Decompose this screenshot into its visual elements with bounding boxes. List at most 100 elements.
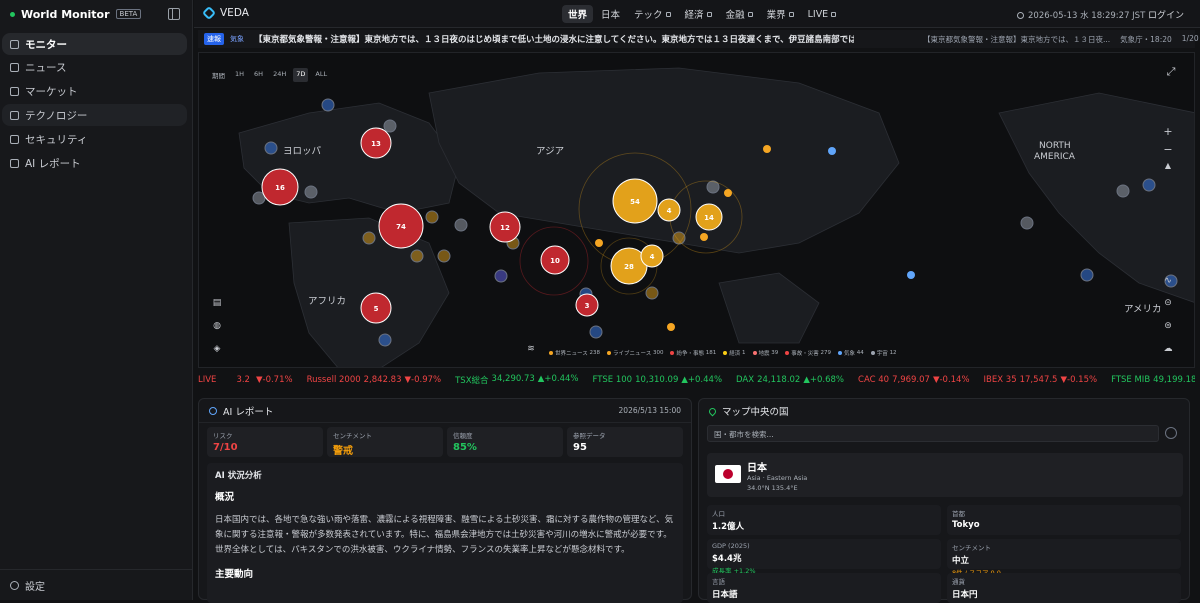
map-marker[interactable] bbox=[589, 325, 603, 339]
market-item[interactable]: TSX総合 34,290.73 ▲+0.44% bbox=[455, 374, 578, 386]
tab-6[interactable]: LIVE bbox=[802, 5, 843, 23]
map-marker[interactable] bbox=[828, 147, 836, 155]
ai-stat-value: 95 bbox=[573, 442, 587, 453]
map-marker[interactable] bbox=[304, 185, 318, 199]
sidebar-collapse-icon[interactable] bbox=[168, 8, 180, 20]
sidebar-item-market[interactable]: マーケット bbox=[2, 80, 187, 102]
legend-item[interactable]: 気象 44 bbox=[838, 349, 864, 357]
map-marker[interactable] bbox=[1080, 268, 1094, 282]
fullscreen-icon[interactable]: ⤢ bbox=[1165, 66, 1177, 78]
time-button[interactable]: 24H bbox=[270, 68, 289, 82]
activity-icon[interactable]: ∿ bbox=[1162, 275, 1174, 287]
country-search-input[interactable]: 国・都市を検索... bbox=[707, 425, 1159, 442]
map-marker[interactable] bbox=[645, 286, 659, 300]
news-right: 【東京都気象警報・注意報】東京地方では、１３日夜... 気象庁・18:20 1/… bbox=[923, 34, 1199, 45]
market-item[interactable]: FTSE MIB49,199.18▲ bbox=[1111, 375, 1195, 385]
map-marker[interactable] bbox=[667, 323, 675, 331]
legend-item[interactable]: 宇宙 12 bbox=[870, 349, 897, 357]
map-tool-icon[interactable]: ▤ bbox=[211, 297, 223, 309]
veda-brand[interactable]: VEDA bbox=[201, 5, 249, 21]
lock-icon bbox=[665, 11, 671, 17]
tab-0[interactable]: 世界 bbox=[562, 5, 594, 23]
zoom-in-icon[interactable]: + bbox=[1162, 126, 1174, 138]
tab-1[interactable]: 日本 bbox=[595, 5, 626, 23]
sidebar-item-news[interactable]: ニュース bbox=[2, 56, 187, 78]
map-marker[interactable] bbox=[383, 119, 397, 133]
map-marker[interactable] bbox=[454, 218, 468, 232]
lock-icon[interactable]: ⊝ bbox=[1162, 297, 1174, 309]
filter-icon[interactable]: ◈ bbox=[211, 343, 223, 355]
tab-2[interactable]: テック bbox=[628, 5, 677, 23]
legend-item[interactable]: 紛争・事態 181 bbox=[670, 349, 716, 357]
breaking-news-bar[interactable]: 速報 気象 【東京都気象警報・注意報】東京地方では、１３日夜のはじめ頃まで低い土… bbox=[198, 30, 1199, 48]
market-value: 10,310.09 bbox=[635, 375, 679, 385]
market-item[interactable]: LIVE bbox=[198, 375, 222, 385]
globe-icon[interactable]: ◍ bbox=[211, 320, 223, 332]
market-item[interactable]: Russell 2000 2,842.83 ▼-0.97% bbox=[307, 375, 442, 385]
country-stat-value: 日本語 bbox=[712, 590, 738, 600]
cloud-icon[interactable]: ☁ bbox=[1162, 343, 1174, 355]
news-right-headline[interactable]: 【東京都気象警報・注意報】東京地方では、１３日夜... bbox=[923, 34, 1110, 45]
map-marker[interactable] bbox=[425, 210, 439, 224]
legend-item[interactable]: 経済 1 bbox=[723, 349, 746, 357]
map-marker[interactable] bbox=[321, 98, 335, 112]
sidebar-item-technology[interactable]: テクノロジー bbox=[2, 104, 187, 126]
region-label-asia: アジア bbox=[536, 146, 564, 157]
sidebar-item-ai-report[interactable]: AI レポート bbox=[2, 152, 187, 174]
cluster-label: 5 bbox=[374, 305, 379, 313]
world-map[interactable]: ヨロッパ アジア アフリカ NORTH AMERICA アメリカ 13 16 7… bbox=[198, 52, 1195, 368]
country-stat-card: 首都 Tokyo bbox=[947, 505, 1181, 535]
market-item[interactable]: CAC 40 7,969.07 ▼-0.14% bbox=[858, 375, 970, 385]
time-button[interactable]: 7D bbox=[293, 68, 309, 82]
tab-5[interactable]: 業界 bbox=[761, 5, 800, 23]
map-canvas[interactable]: ヨロッパ アジア アフリカ NORTH AMERICA アメリカ 13 16 7… bbox=[199, 53, 1195, 368]
legend-item[interactable]: 世界ニュース 238 bbox=[549, 349, 600, 357]
map-marker[interactable] bbox=[437, 249, 451, 263]
map-marker[interactable] bbox=[724, 189, 732, 197]
map-marker[interactable] bbox=[595, 239, 603, 247]
map-marker[interactable] bbox=[378, 333, 392, 347]
map-marker[interactable] bbox=[1116, 184, 1130, 198]
search-icon[interactable] bbox=[1165, 427, 1177, 439]
sidebar-item-security[interactable]: セキュリティ bbox=[2, 128, 187, 150]
map-marker[interactable] bbox=[763, 145, 771, 153]
breaking-badge: 速報 bbox=[204, 33, 224, 45]
map-marker[interactable] bbox=[1142, 178, 1156, 192]
time-button[interactable]: 6H bbox=[251, 68, 266, 82]
tab-4[interactable]: 金融 bbox=[720, 5, 759, 23]
market-item[interactable]: DAX 24,118.02 ▲+0.68% bbox=[736, 375, 844, 385]
layers-icon[interactable]: ≋ bbox=[525, 343, 537, 355]
clock: 2026-05-13 水 18:29:27 JST bbox=[1017, 9, 1145, 21]
map-marker[interactable] bbox=[1020, 216, 1034, 230]
compass-icon[interactable]: ▲ bbox=[1162, 160, 1174, 172]
market-name: LIVE bbox=[198, 375, 217, 385]
legend-item[interactable]: 地震 39 bbox=[752, 349, 778, 357]
country-stat-card: 通貨 日本円 bbox=[947, 573, 1181, 603]
map-marker[interactable] bbox=[494, 269, 508, 283]
login-button[interactable]: ログイン bbox=[1148, 8, 1184, 21]
map-marker[interactable] bbox=[362, 231, 376, 245]
sidebar-item-monitor[interactable]: モニター bbox=[2, 33, 187, 55]
legend-item[interactable]: 事故・災害 279 bbox=[785, 349, 831, 357]
time-button[interactable]: ALL bbox=[312, 68, 330, 82]
ai-stat-label: センチメント bbox=[333, 432, 372, 440]
country-stat-label: センチメント bbox=[952, 544, 991, 552]
legend-item[interactable]: ライブニュース 300 bbox=[606, 349, 663, 357]
settings-button[interactable]: 設定 bbox=[0, 569, 193, 600]
zoom-out-icon[interactable]: − bbox=[1162, 144, 1174, 156]
region-label-africa: アフリカ bbox=[308, 296, 346, 307]
map-marker[interactable] bbox=[700, 233, 708, 241]
map-marker[interactable] bbox=[907, 271, 915, 279]
layer-icon[interactable]: ⊜ bbox=[1162, 320, 1174, 332]
tab-3[interactable]: 経済 bbox=[679, 5, 718, 23]
market-item[interactable]: 3.2 ▼-0.71% bbox=[236, 375, 292, 385]
map-marker[interactable] bbox=[410, 249, 424, 263]
market-item[interactable]: IBEX 35 17,547.5 ▼-0.15% bbox=[984, 375, 1098, 385]
news-headline[interactable]: 【東京都気象警報・注意報】東京地方では、１３日夜のはじめ頃まで低い土地の浸水に注… bbox=[254, 33, 854, 45]
ai-stat-value: 警戒 bbox=[333, 446, 353, 457]
time-button[interactable]: 1H bbox=[232, 68, 247, 82]
map-marker[interactable] bbox=[264, 141, 278, 155]
market-item[interactable]: FTSE 100 10,310.09 ▲+0.44% bbox=[592, 375, 722, 385]
map-pin-icon bbox=[707, 406, 718, 416]
market-ticker[interactable]: LIVE 3.2 ▼-0.71% Russell 2000 2,842.83 ▼-0.97… bbox=[198, 372, 1195, 388]
